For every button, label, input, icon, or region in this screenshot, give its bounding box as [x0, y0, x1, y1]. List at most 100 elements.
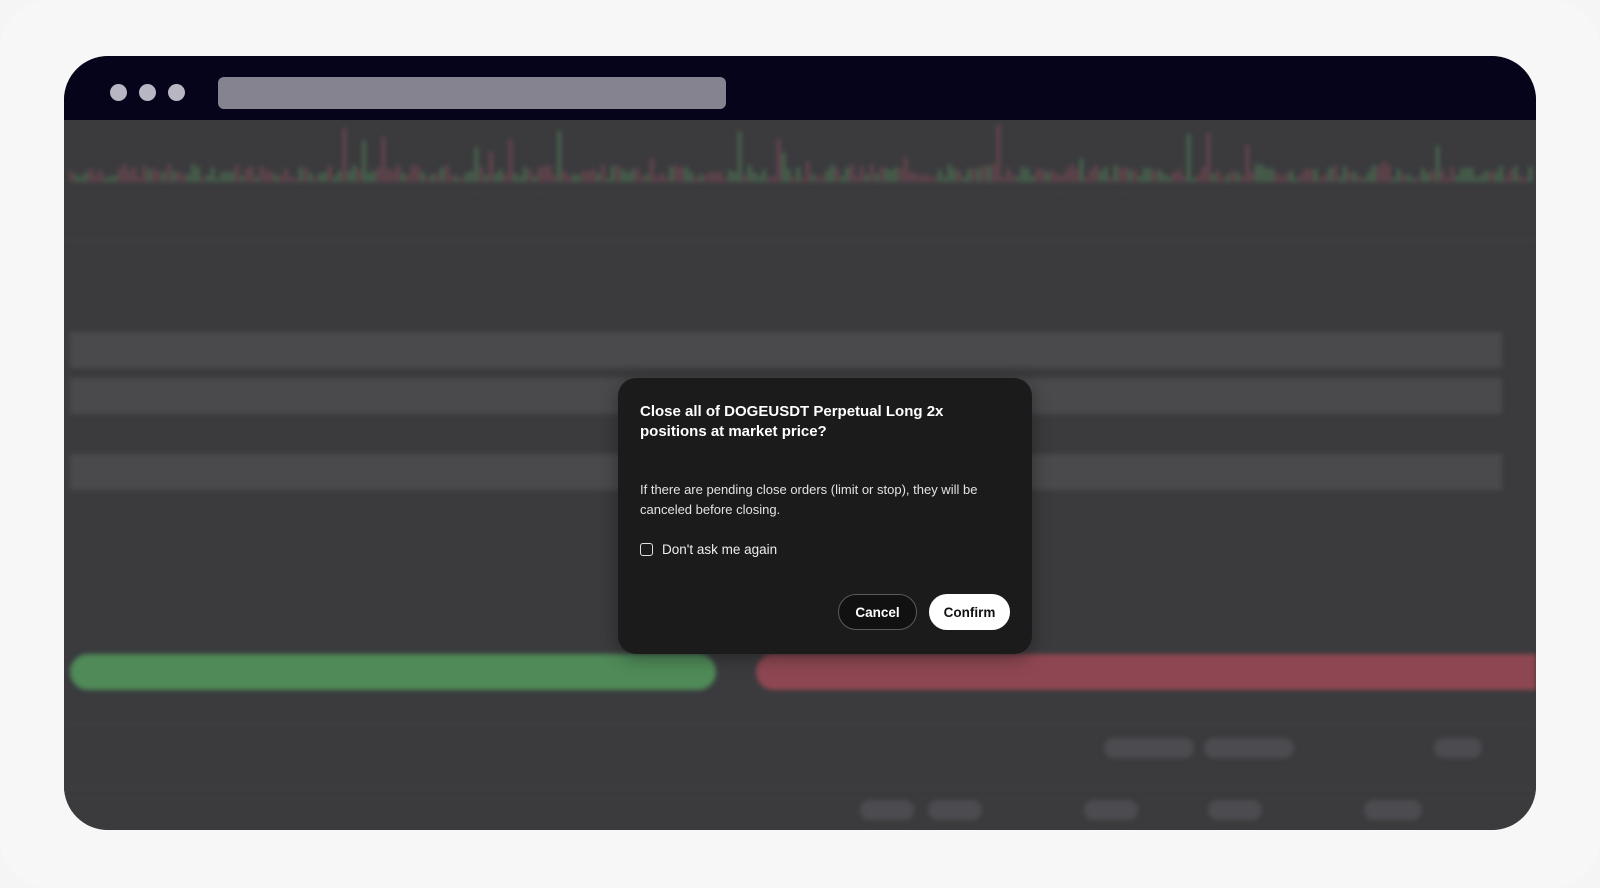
volume-bar [333, 176, 336, 182]
volume-bar [148, 169, 151, 182]
volume-bar [1182, 175, 1186, 182]
volume-bar [455, 176, 458, 182]
volume-bar [1109, 176, 1112, 182]
volume-bar [826, 170, 829, 182]
volume-bar [1451, 167, 1454, 182]
volume-bar [611, 166, 615, 182]
volume-bar [1314, 169, 1317, 182]
volume-bar [392, 170, 395, 182]
volume-bar [1426, 172, 1430, 182]
blurred-row-pill [928, 800, 982, 820]
volume-bar [762, 169, 766, 182]
volume-bar [943, 176, 946, 182]
volume-bar [655, 176, 658, 182]
volume-bar [1221, 177, 1225, 182]
volume-bar [728, 170, 732, 182]
volume-bar [992, 164, 995, 182]
browser-window: ······················· ······· [64, 56, 1536, 830]
volume-bar [445, 165, 449, 182]
volume-bar [118, 168, 122, 182]
volume-bar [1519, 175, 1522, 182]
volume-bar [177, 171, 180, 182]
volume-bar [182, 174, 185, 182]
volume-bar [748, 165, 751, 182]
volume-bar [606, 177, 610, 182]
volume-bar [1153, 170, 1156, 182]
volume-bar [621, 169, 624, 182]
volume-bar [1250, 171, 1254, 182]
window-maximize-dot[interactable] [168, 84, 185, 101]
volume-bar [1392, 177, 1395, 182]
volume-bar [274, 174, 278, 182]
volume-bar [855, 175, 859, 182]
close-position-dialog: Close all of DOGEUSDT Perpetual Long 2x … [618, 378, 1032, 654]
volume-bar [1060, 175, 1064, 182]
volume-bar [1343, 166, 1347, 182]
volume-bar [328, 165, 332, 182]
confirm-button[interactable]: Confirm [929, 594, 1010, 630]
volume-bar [1133, 170, 1137, 182]
volume-bar [509, 138, 512, 182]
dont-ask-again-label[interactable]: Don't ask me again [662, 542, 777, 557]
volume-bar [1187, 134, 1190, 182]
volume-bar [875, 173, 878, 182]
volume-bar [1050, 170, 1054, 182]
volume-bar [123, 164, 127, 182]
volume-bar [572, 174, 576, 182]
volume-bar [782, 152, 785, 182]
dont-ask-again-checkbox-row[interactable]: Don't ask me again [640, 542, 777, 557]
volume-bar [1036, 168, 1039, 182]
volume-bar [865, 174, 868, 182]
volume-bar [1211, 173, 1215, 182]
volume-bar [963, 177, 966, 182]
volume-bar [167, 164, 170, 182]
volume-bar [845, 167, 849, 182]
volume-bar [387, 168, 390, 182]
volume-bar [401, 172, 405, 182]
blurred-input-row [70, 332, 1502, 368]
volume-bar [157, 171, 161, 182]
volume-bar [582, 171, 585, 182]
volume-bar [94, 174, 97, 182]
volume-bar [1192, 177, 1195, 182]
dialog-message: If there are pending close orders (limit… [640, 482, 978, 517]
volume-bar [70, 171, 73, 182]
volume-bar [1177, 169, 1181, 182]
volume-bar [1270, 168, 1273, 182]
volume-bar [201, 177, 205, 182]
volume-bar [113, 175, 117, 182]
volume-bar [670, 166, 673, 182]
volume-bar [1446, 177, 1449, 182]
volume-bar [479, 166, 483, 182]
volume-bar [1485, 170, 1488, 182]
volume-bar [289, 176, 292, 182]
volume-bar [665, 176, 668, 182]
dont-ask-again-checkbox[interactable] [640, 543, 653, 556]
volume-bar [631, 169, 634, 182]
volume-bar [343, 128, 346, 182]
volume-bar [1124, 167, 1127, 182]
volume-bar [514, 173, 517, 182]
volume-bar [1080, 158, 1083, 182]
address-bar[interactable] [218, 77, 726, 109]
window-minimize-dot[interactable] [139, 84, 156, 101]
cancel-button[interactable]: Cancel [838, 594, 917, 630]
volume-bar [1246, 145, 1249, 182]
window-close-dot[interactable] [110, 84, 127, 101]
volume-bar [196, 167, 200, 182]
volume-bar [192, 164, 195, 182]
volume-chart [70, 124, 1532, 182]
volume-bar [270, 171, 273, 182]
divider [64, 724, 1536, 725]
screenshot-frame: ······················· ······· [0, 0, 1600, 888]
volume-bar [1294, 177, 1298, 182]
volume-bar [723, 177, 727, 182]
volume-bar [416, 166, 419, 182]
volume-bar [1470, 167, 1473, 182]
blurred-filter-pill [1204, 738, 1294, 758]
volume-bar [318, 173, 322, 182]
volume-bar [1104, 167, 1107, 182]
volume-bar [494, 173, 497, 182]
blurred-filter-pill [1104, 738, 1194, 758]
volume-bar [1509, 169, 1512, 182]
